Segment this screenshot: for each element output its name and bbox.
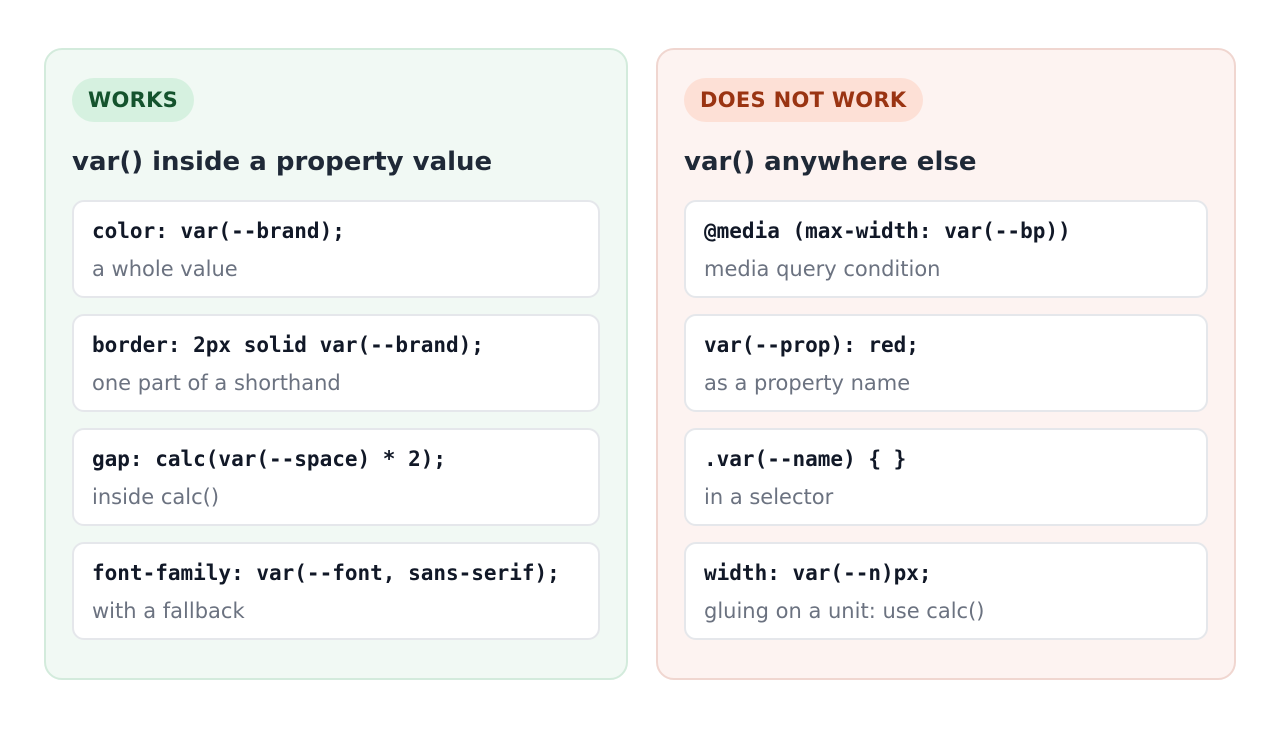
example-code: gap: calc(var(--space) * 2);: [92, 447, 447, 471]
example-description: media query condition: [704, 257, 941, 281]
example-code: .var(--name) { }: [704, 447, 907, 471]
does-not-work-example-card: var(--prop): red; as a property name: [684, 314, 1208, 412]
works-badge: WORKS: [72, 78, 195, 122]
example-code: border: 2px solid var(--brand);: [92, 333, 484, 357]
does-not-work-panel-title: var() anywhere else: [684, 147, 977, 177]
example-description: one part of a shorthand: [92, 371, 341, 395]
does-not-work-example-card: width: var(--n)px; gluing on a unit: use…: [684, 542, 1208, 640]
works-panel-title: var() inside a property value: [72, 147, 493, 177]
does-not-work-badge: DOES NOT WORK: [684, 78, 923, 122]
example-code: @media (max-width: var(--bp)): [704, 219, 1071, 243]
example-code: font-family: var(--font, sans-serif);: [92, 561, 560, 585]
example-code: width: var(--n)px;: [704, 561, 932, 585]
works-example-card: gap: calc(var(--space) * 2); inside calc…: [72, 428, 600, 526]
works-panel: WORKS var() inside a property value colo…: [44, 48, 628, 680]
example-description: gluing on a unit: use calc(): [704, 599, 985, 623]
example-description: as a property name: [704, 371, 911, 395]
does-not-work-example-card: @media (max-width: var(--bp)) media quer…: [684, 200, 1208, 298]
works-example-card: border: 2px solid var(--brand); one part…: [72, 314, 600, 412]
example-description: in a selector: [704, 485, 834, 509]
does-not-work-panel: DOES NOT WORK var() anywhere else @media…: [656, 48, 1236, 680]
works-example-card: font-family: var(--font, sans-serif); wi…: [72, 542, 600, 640]
example-description: a whole value: [92, 257, 238, 281]
example-description: with a fallback: [92, 599, 245, 623]
example-code: color: var(--brand);: [92, 219, 345, 243]
example-description: inside calc(): [92, 485, 220, 509]
works-example-card: color: var(--brand); a whole value: [72, 200, 600, 298]
does-not-work-example-card: .var(--name) { } in a selector: [684, 428, 1208, 526]
example-code: var(--prop): red;: [704, 333, 919, 357]
